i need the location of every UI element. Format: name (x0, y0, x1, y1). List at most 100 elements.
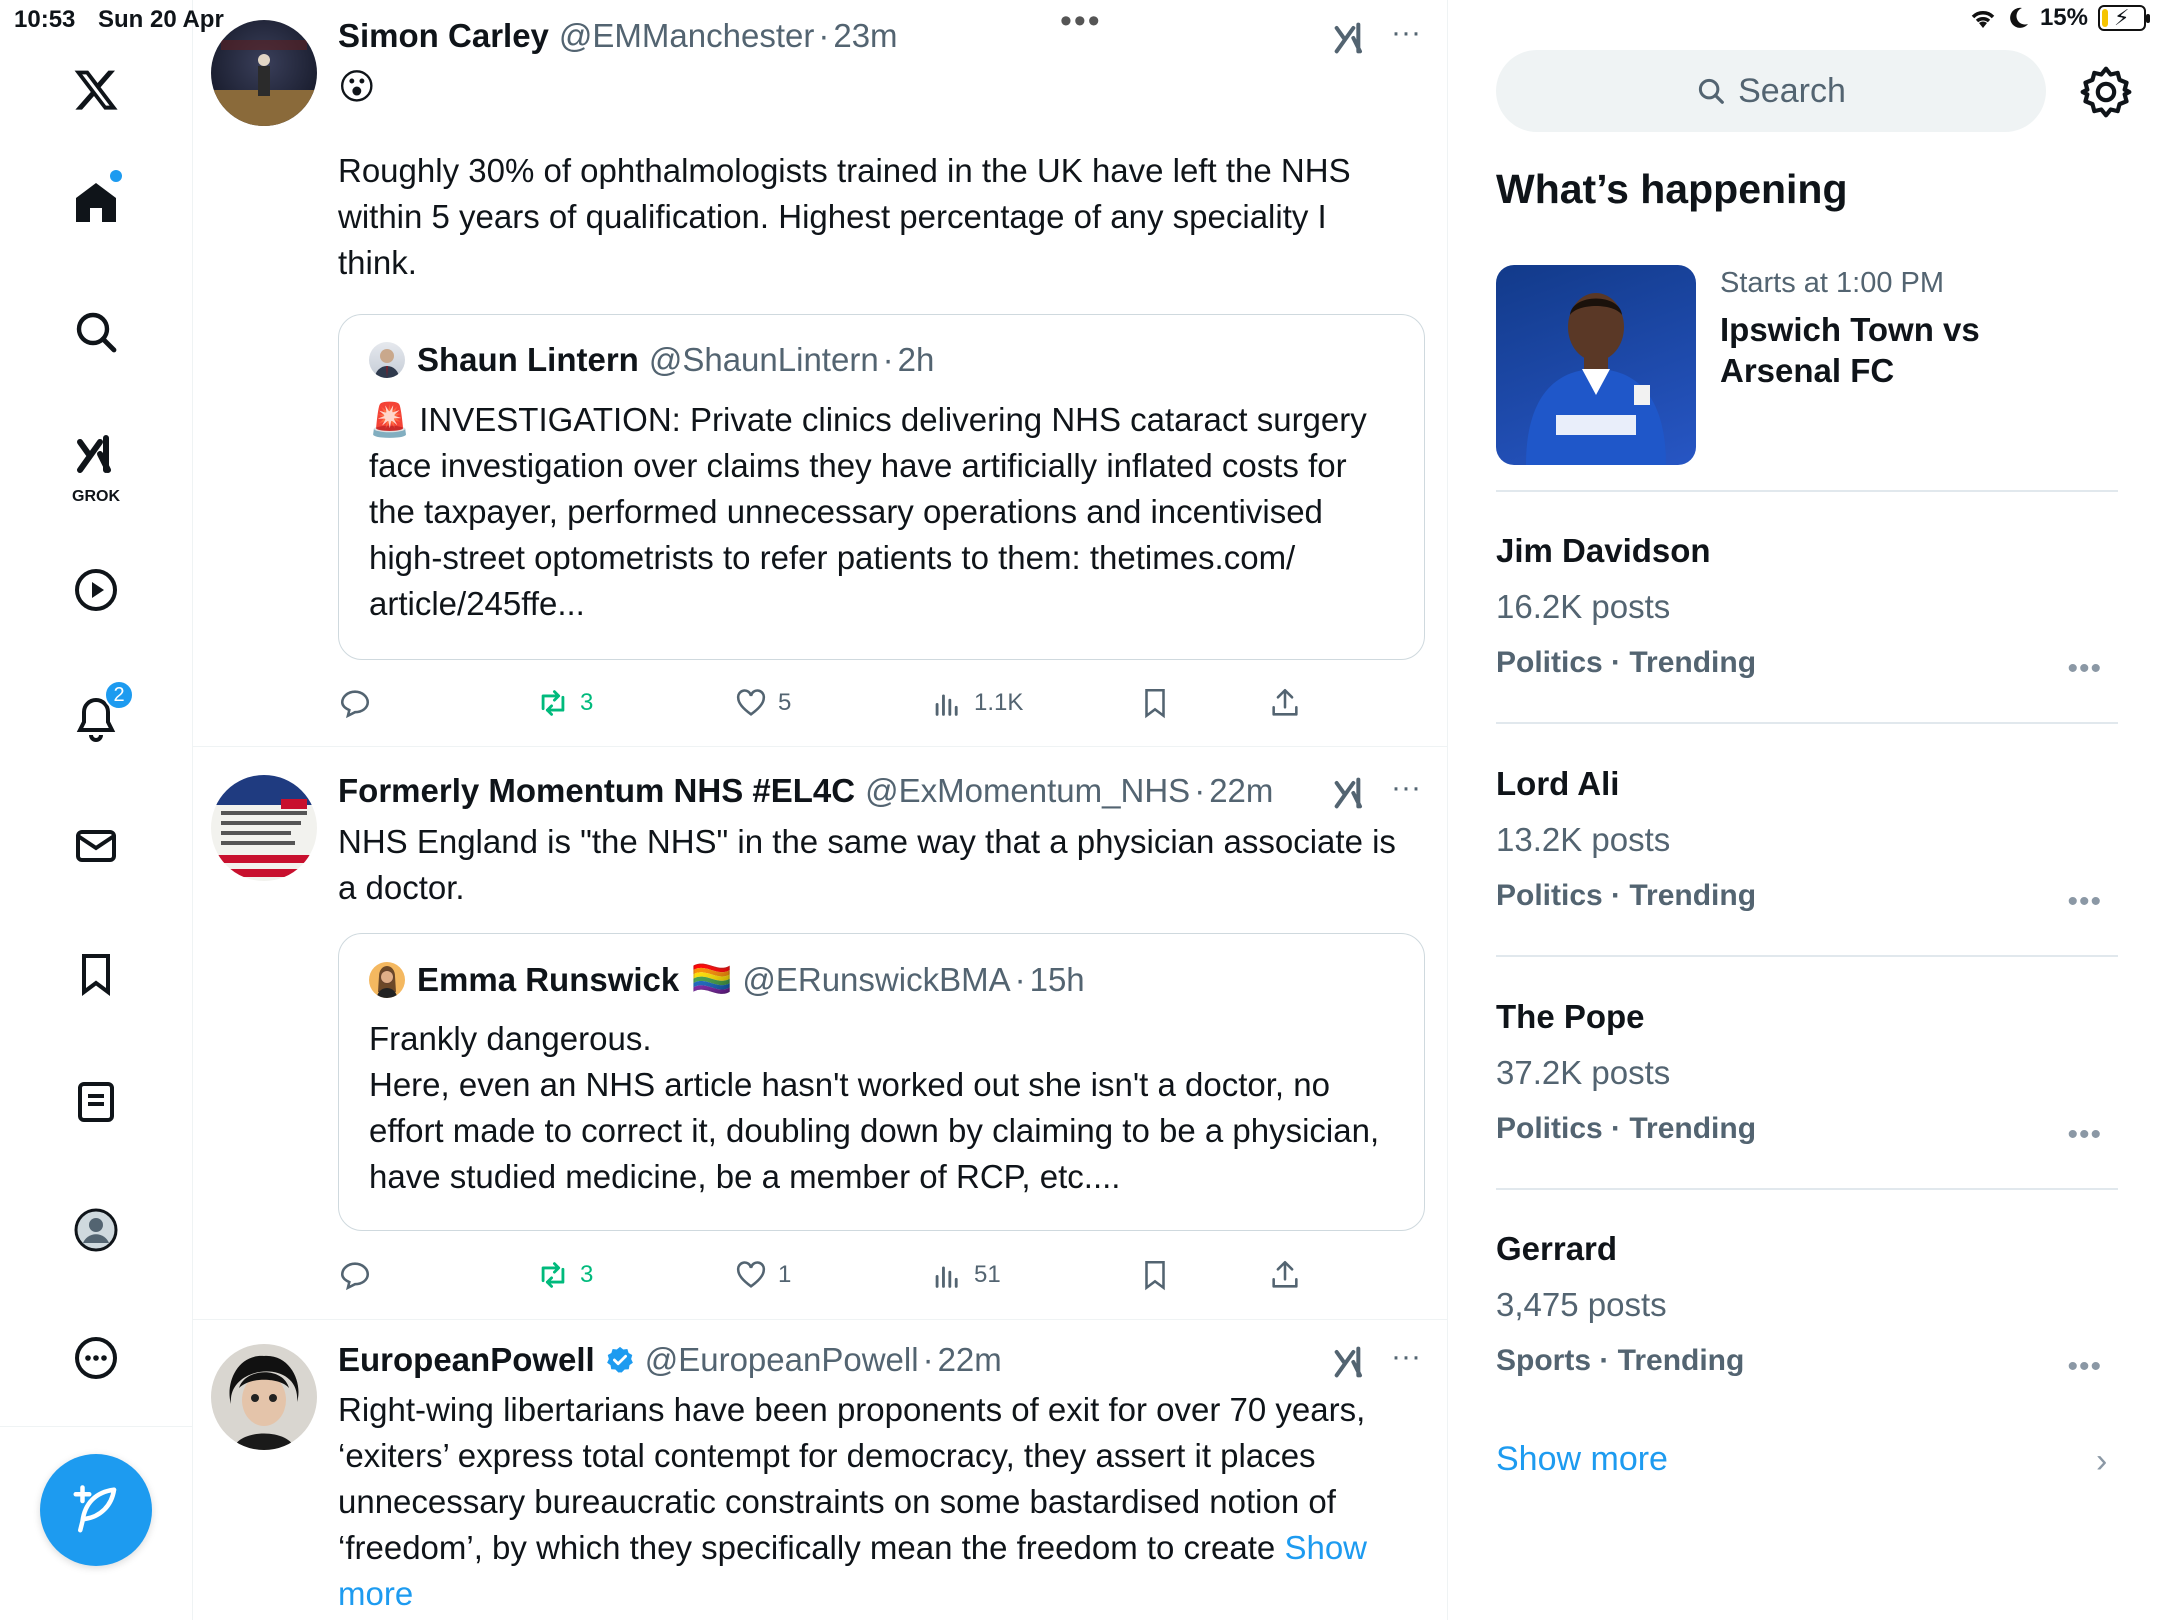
trend-name: Jim Davidson (1496, 532, 1711, 569)
author-handle[interactable]: @ExMomentum_NHS (865, 772, 1190, 810)
tweet-header: EuropeanPowell @EuropeanPowell · 22m (338, 1340, 1428, 1380)
quoted-tweet[interactable]: Emma Runswick 🏳️‍🌈 @ERunswickBMA · 15h F… (338, 933, 1425, 1231)
nav-explore[interactable] (56, 292, 136, 372)
author-name[interactable]: EuropeanPowell (338, 1341, 595, 1379)
author-name[interactable]: Formerly Momentum NHS #EL4C (338, 772, 855, 810)
moon-icon (2010, 7, 2028, 28)
nav-profile[interactable] (56, 1190, 136, 1270)
like-button[interactable]: 5 (734, 678, 791, 728)
nav-video[interactable] (56, 550, 136, 630)
tweet-text-content: Right-wing libertarians have been propon… (338, 1391, 1366, 1566)
trend-item[interactable]: Jim Davidson 16.2K posts Politics · Tren… (1496, 532, 2118, 732)
heart-icon (736, 1261, 766, 1288)
bookmark-button[interactable] (1138, 1250, 1172, 1300)
grok-icon[interactable] (1330, 1342, 1370, 1382)
avatar[interactable] (211, 1344, 317, 1450)
reply-button[interactable] (338, 678, 372, 728)
more-circle-icon (75, 1337, 117, 1379)
share-button[interactable] (1268, 1250, 1302, 1300)
reply-button[interactable] (338, 1250, 372, 1300)
views-button[interactable]: 1.1K (930, 678, 1023, 728)
trend-post-count: 3,475 posts (1496, 1286, 1667, 1323)
live-event-card[interactable]: Starts at 1:00 PM Ipswich Town vs Arsena… (1496, 265, 2116, 465)
separator-dot: · (922, 1341, 934, 1378)
trend-more-icon[interactable]: ••• (2067, 1118, 2102, 1152)
play-circle-icon (75, 569, 117, 611)
tweet-actions: 3 5 1.1K (338, 678, 1368, 728)
multitask-dots-icon[interactable]: ••• (1060, 2, 1102, 41)
trend-item[interactable]: Lord Ali 13.2K posts Politics · Trending… (1496, 765, 2118, 965)
list-icon (78, 1082, 114, 1122)
quote-header: Shaun Lintern @ShaunLintern · 2h (369, 341, 934, 379)
retweet-button[interactable]: 3 (536, 1250, 593, 1300)
analytics-icon (935, 694, 958, 716)
author-handle[interactable]: @EuropeanPowell (645, 1341, 919, 1379)
nav-home[interactable] (56, 162, 136, 242)
wifi-icon (1971, 11, 1995, 28)
tweet-text: NHS England is "the NHS" in the same way… (338, 823, 1396, 906)
nav-more[interactable] (56, 1318, 136, 1398)
views-count: 51 (974, 1261, 1001, 1288)
nav-bookmarks[interactable] (56, 934, 136, 1014)
trend-category: Politics · Trending (1496, 646, 1757, 679)
nav-messages[interactable] (56, 806, 136, 886)
tweet[interactable]: Simon Carley @EMManchester · 23m ··· 😮 R… (193, 0, 1447, 747)
search-icon (1699, 78, 1724, 104)
retweet-icon (541, 1262, 565, 1288)
analytics-icon (935, 1266, 958, 1288)
separator-dot: · (882, 341, 894, 378)
compose-button[interactable] (40, 1454, 152, 1566)
x-logo-icon[interactable] (56, 50, 136, 130)
share-button[interactable] (1268, 678, 1302, 728)
views-count: 1.1K (974, 689, 1024, 716)
more-options-icon[interactable]: ··· (1386, 1342, 1426, 1382)
grok-icon[interactable] (1330, 773, 1370, 813)
trend-more-icon[interactable]: ••• (2067, 885, 2102, 919)
more-options-icon[interactable]: ··· (1386, 773, 1426, 813)
nav-lists[interactable] (56, 1062, 136, 1142)
nav-notifications[interactable]: 2 (56, 678, 136, 758)
divider (1496, 490, 2118, 492)
search-input[interactable]: Search (1496, 50, 2046, 132)
retweet-button[interactable]: 3 (536, 678, 593, 728)
like-button[interactable]: 1 (734, 1250, 791, 1300)
home-unread-dot (110, 170, 122, 182)
nav-grok[interactable]: GROK (56, 416, 136, 508)
quoted-tweet[interactable]: Shaun Lintern @ShaunLintern · 2h 🚨 INVES… (338, 314, 1425, 660)
trend-item[interactable]: The Pope 37.2K posts Politics · Trending… (1496, 998, 2118, 1198)
tweet[interactable]: Formerly Momentum NHS #EL4C @ExMomentum_… (193, 747, 1447, 1320)
timeline: Simon Carley @EMManchester · 23m ··· 😮 R… (193, 0, 1448, 1620)
bookmark-button[interactable] (1138, 678, 1172, 728)
tweet-time[interactable]: 22m (1209, 772, 1273, 810)
notifications-badge: 2 (104, 680, 134, 710)
right-sidebar: Search What’s happening Starts at 1:00 P… (1448, 0, 2160, 1620)
chevron-right-icon[interactable]: › (2096, 1442, 2107, 1481)
trend-item[interactable]: Gerrard 3,475 posts Sports · Trending ••… (1496, 1230, 2118, 1430)
quote-author-name[interactable]: Shaun Lintern (417, 341, 639, 379)
trend-more-icon[interactable]: ••• (2067, 652, 2102, 686)
avatar[interactable] (211, 775, 317, 881)
avatar-photo (229, 1355, 299, 1450)
heart-icon (736, 689, 766, 716)
views-button[interactable]: 51 (930, 1250, 1001, 1300)
tweet[interactable]: EuropeanPowell @EuropeanPowell · 22m ···… (193, 1320, 1447, 1620)
share-icon (1272, 1260, 1298, 1288)
trend-more-icon[interactable]: ••• (2067, 1350, 2102, 1384)
verified-badge-icon (606, 1346, 633, 1373)
tweet-time[interactable]: 22m (938, 1341, 1002, 1379)
quote-text: Frankly dangerous. Here, even an NHS art… (369, 1016, 1398, 1200)
mail-icon (76, 830, 116, 862)
settings-gear-icon[interactable] (2078, 64, 2134, 120)
quote-avatar (369, 342, 405, 378)
rainbow-flag-icon: 🏳️‍🌈 (691, 960, 733, 997)
quote-time[interactable]: 15h (1030, 961, 1085, 999)
quote-author-name[interactable]: Emma Runswick (417, 961, 679, 999)
event-start-time: Starts at 1:00 PM (1720, 267, 1945, 299)
quote-author-handle[interactable]: @ShaunLintern (649, 341, 879, 379)
quote-time[interactable]: 2h (898, 341, 935, 379)
status-right: 15% ⚡ (1968, 4, 2150, 32)
show-more-link[interactable]: Show more (1496, 1440, 1668, 1479)
quote-author-handle[interactable]: @ERunswickBMA (742, 961, 1010, 999)
retweet-count: 3 (580, 1261, 594, 1288)
tweet-actions: 3 1 51 (338, 1250, 1368, 1300)
